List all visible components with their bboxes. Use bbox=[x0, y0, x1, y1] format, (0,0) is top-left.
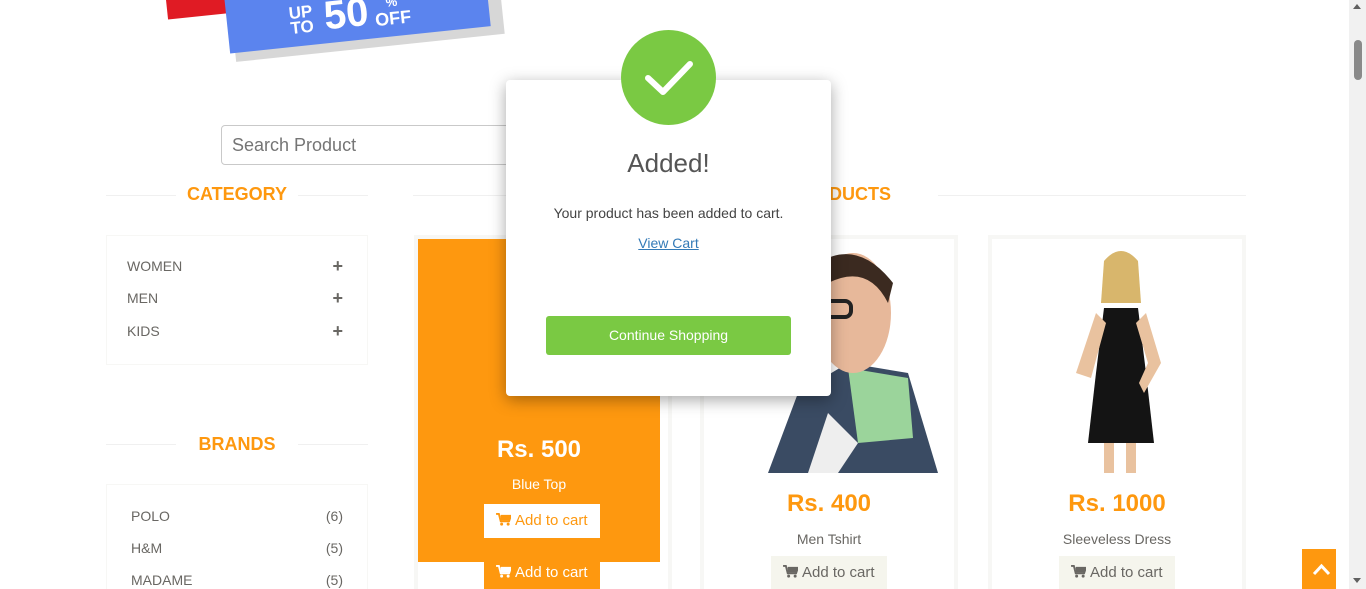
continue-shopping-button[interactable]: Continue Shopping bbox=[546, 316, 791, 355]
plus-icon[interactable]: + bbox=[332, 256, 343, 277]
category-title-line-right bbox=[298, 195, 368, 196]
plus-icon[interactable]: + bbox=[332, 288, 343, 309]
brand-label: Polo bbox=[131, 508, 170, 524]
success-badge bbox=[621, 30, 716, 125]
brands-title-line-left bbox=[106, 444, 176, 445]
add-to-cart-button[interactable]: Add to cart bbox=[1059, 556, 1175, 589]
brand-count: (5) bbox=[325, 540, 343, 556]
cart-icon bbox=[496, 513, 511, 526]
category-item-label: Women bbox=[127, 258, 183, 274]
brand-label: Madame bbox=[131, 572, 193, 588]
banner-off: % OFF bbox=[374, 0, 413, 31]
add-to-cart-button[interactable]: Add to cart bbox=[484, 504, 600, 538]
added-to-cart-modal: Added! Your product has been added to ca… bbox=[506, 80, 831, 396]
category-item-label: Kids bbox=[127, 323, 160, 339]
product-price: Rs. 1000 bbox=[1068, 490, 1166, 517]
add-to-cart-button[interactable]: Add to cart bbox=[771, 556, 887, 589]
category-title-line-left bbox=[106, 195, 176, 196]
brand-item-madame[interactable]: Madame (5) bbox=[131, 572, 343, 589]
category-item-men[interactable]: Men + bbox=[127, 288, 343, 310]
scrollbar-thumb[interactable] bbox=[1354, 40, 1362, 80]
products-title-line-left bbox=[413, 195, 513, 196]
brand-label: H&M bbox=[131, 540, 163, 556]
cart-icon bbox=[496, 565, 511, 578]
brand-count: (6) bbox=[325, 508, 343, 524]
category-item-kids[interactable]: Kids + bbox=[127, 321, 343, 343]
scroll-up-arrow-icon[interactable] bbox=[1353, 4, 1361, 9]
category-item-label: Men bbox=[127, 290, 159, 306]
plus-icon[interactable]: + bbox=[332, 321, 343, 342]
banner-upto: UP TO bbox=[287, 1, 315, 38]
category-panel: Women + Men + Kids + bbox=[106, 235, 368, 365]
brand-count: (5) bbox=[325, 572, 343, 588]
brands-title: Brands bbox=[198, 434, 276, 454]
add-to-cart-button[interactable]: Add to cart bbox=[484, 556, 600, 589]
product-image bbox=[996, 243, 1238, 473]
modal-title: Added! bbox=[627, 148, 710, 178]
scroll-to-top-button[interactable] bbox=[1302, 549, 1336, 589]
banner-percent: 50 bbox=[321, 0, 371, 39]
search-input[interactable] bbox=[221, 125, 521, 165]
view-cart-link[interactable]: View Cart bbox=[506, 235, 831, 251]
sale-banner: UP TO 50% OFF bbox=[164, 0, 506, 62]
scroll-down-arrow-icon[interactable] bbox=[1353, 578, 1361, 583]
category-item-women[interactable]: Women + bbox=[127, 256, 343, 278]
modal-message: Your product has been added to cart. bbox=[553, 205, 784, 221]
page: UPTO50%OFF Category Women + Men + Kids +… bbox=[0, 0, 1336, 589]
brands-title-line-right bbox=[298, 444, 368, 445]
product-price: Rs. 500 bbox=[496, 436, 582, 463]
product-card-sleeveless-dress: Rs. 1000 Sleeveless Dress Add to cart bbox=[988, 235, 1246, 589]
product-name: Sleeveless Dress bbox=[1062, 531, 1172, 547]
products-title-line-right bbox=[938, 195, 1246, 196]
chevron-up-icon bbox=[1312, 563, 1331, 576]
cart-icon bbox=[1071, 565, 1086, 578]
page-scrollbar[interactable] bbox=[1349, 0, 1366, 589]
cart-icon bbox=[783, 565, 798, 578]
product-price: Rs. 400 bbox=[786, 490, 872, 517]
product-name: Blue Top bbox=[511, 476, 567, 492]
brands-panel: Polo (6) H&M (5) Madame (5) bbox=[106, 484, 368, 589]
check-icon bbox=[645, 61, 693, 95]
brand-item-hm[interactable]: H&M (5) bbox=[131, 540, 343, 560]
brand-item-polo[interactable]: Polo (6) bbox=[131, 508, 343, 528]
product-name: Men Tshirt bbox=[796, 531, 862, 547]
category-title: Category bbox=[186, 184, 287, 204]
